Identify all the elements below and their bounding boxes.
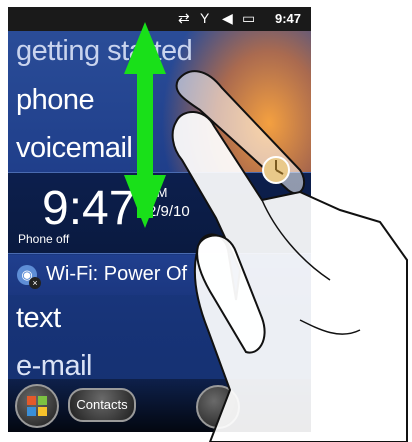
- clock-icon: [262, 156, 290, 184]
- hand-gesture-illustration: [171, 70, 408, 442]
